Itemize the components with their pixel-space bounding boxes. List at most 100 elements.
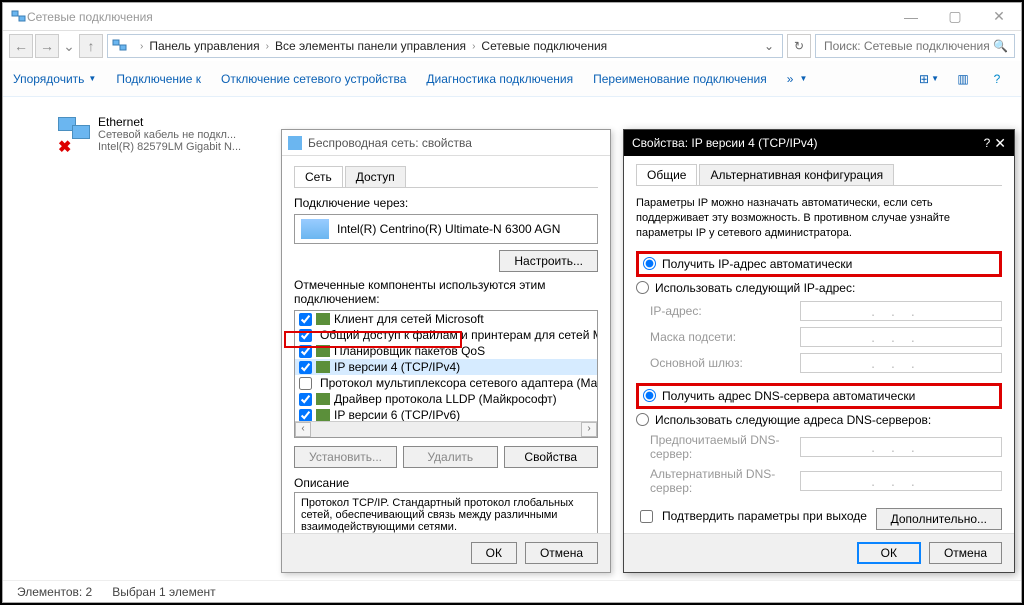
component-checkbox[interactable] <box>299 393 312 406</box>
components-label: Отмеченные компоненты используются этим … <box>294 278 598 306</box>
gateway-field: ... <box>800 353 1002 373</box>
component-item: Общий доступ к файлам и принтерам для се… <box>295 327 597 343</box>
uninstall-button[interactable]: Удалить <box>403 446 498 468</box>
adapter-field: Intel(R) Centrino(R) Ultimate-N 6300 AGN <box>294 214 598 244</box>
adapter-properties-dialog: Беспроводная сеть: свойства Сеть Доступ … <box>281 129 611 573</box>
window-title: Сетевые подключения <box>27 10 889 24</box>
forward-button[interactable]: → <box>35 34 59 58</box>
adapter-name: Intel(R) Centrino(R) Ultimate-N 6300 AGN <box>337 222 560 236</box>
breadcrumb-3[interactable]: Сетевые подключения <box>481 39 607 53</box>
diagnose-button[interactable]: Диагностика подключения <box>426 72 573 86</box>
mask-label: Маска подсети: <box>650 330 800 344</box>
radio-ip-auto[interactable] <box>643 257 656 270</box>
validate-checkbox[interactable] <box>640 510 653 523</box>
gateway-label: Основной шлюз: <box>650 356 800 370</box>
cancel-button[interactable]: Отмена <box>525 542 598 564</box>
network-icon <box>11 9 27 25</box>
dns1-label: Предпочитаемый DNS-сервер: <box>650 433 800 461</box>
up-button[interactable]: ↑ <box>79 34 103 58</box>
toolbar: Упорядочить▼ Подключение к Отключение се… <box>3 61 1021 97</box>
ip-label: IP-адрес: <box>650 304 800 318</box>
connection-status: Сетевой кабель не подкл... <box>98 129 258 141</box>
address-dropdown-icon[interactable]: ⌄ <box>760 39 778 53</box>
ip-field: ... <box>800 301 1002 321</box>
help-icon[interactable]: ? <box>983 68 1011 90</box>
status-bar: Элементов: 2 Выбран 1 элемент <box>3 580 1021 602</box>
dns1-field: ... <box>800 437 1002 457</box>
history-dropdown[interactable]: ⌄ <box>61 34 77 58</box>
component-item: Протокол мультиплексора сетевого адаптер… <box>295 375 597 391</box>
selected-label: Выбран 1 элемент <box>112 585 215 599</box>
connection-item-ethernet[interactable]: ✖ Ethernet Сетевой кабель не подкл... In… <box>58 115 258 157</box>
radio-ip-manual[interactable] <box>636 281 649 294</box>
install-button[interactable]: Установить... <box>294 446 397 468</box>
component-checkbox[interactable] <box>299 345 312 358</box>
connect-via-label: Подключение через: <box>294 196 598 210</box>
advanced-button[interactable]: Дополнительно... <box>876 508 1002 530</box>
connection-name: Ethernet <box>98 115 258 129</box>
rename-button[interactable]: Переименование подключения <box>593 72 767 86</box>
connect-to-button[interactable]: Подключение к <box>116 72 201 86</box>
search-icon: 🔍 <box>993 39 1008 53</box>
elements-label: Элементов: <box>17 585 82 599</box>
component-checkbox[interactable] <box>299 329 312 342</box>
search-input[interactable] <box>822 38 993 54</box>
radio-dns-manual[interactable] <box>636 413 649 426</box>
highlight-dns-auto: Получить адрес DNS-сервера автоматически <box>636 383 1002 409</box>
component-item: Клиент для сетей Microsoft <box>295 311 597 327</box>
properties-button[interactable]: Свойства <box>504 446 599 468</box>
tab-alternate[interactable]: Альтернативная конфигурация <box>699 164 894 185</box>
component-checkbox[interactable] <box>299 409 312 422</box>
dialog-title: Беспроводная сеть: свойства <box>308 136 472 150</box>
ip-blurb: Параметры IP можно назначать автоматичес… <box>636 196 1002 241</box>
radio-dns-auto[interactable] <box>643 389 656 402</box>
close-button[interactable]: ✕ <box>977 3 1021 31</box>
ipv4-properties-dialog: Свойства: IP версии 4 (TCP/IPv4) ? ✕ Общ… <box>623 129 1015 573</box>
component-item: Планировщик пакетов QoS <box>295 343 597 359</box>
components-hscroll[interactable]: ‹› <box>295 421 597 437</box>
view-layout-icon[interactable]: ⊞▼ <box>915 68 943 90</box>
highlight-ip-auto: Получить IP-адрес автоматически <box>636 251 1002 277</box>
cancel-button[interactable]: Отмена <box>929 542 1002 564</box>
tab-access[interactable]: Доступ <box>345 166 406 187</box>
description-label: Описание <box>294 476 598 490</box>
breadcrumb-1[interactable]: Панель управления <box>149 39 259 53</box>
view-details-icon[interactable]: ▥ <box>949 68 977 90</box>
connection-device: Intel(R) 82579LM Gigabit N... <box>98 141 258 153</box>
ipv4-dialog-titlebar: Свойства: IP версии 4 (TCP/IPv4) ? ✕ <box>624 130 1014 156</box>
maximize-button[interactable]: ▢ <box>933 3 977 31</box>
tab-network[interactable]: Сеть <box>294 166 343 187</box>
dns2-field: ... <box>800 471 1002 491</box>
search-box[interactable]: 🔍 <box>815 34 1015 58</box>
configure-button[interactable]: Настроить... <box>499 250 598 272</box>
minimize-button[interactable]: — <box>889 3 933 31</box>
breadcrumb-2[interactable]: Все элементы панели управления <box>275 39 466 53</box>
adapter-icon <box>301 219 329 239</box>
dialog-titlebar: Беспроводная сеть: свойства <box>282 130 610 156</box>
mask-field: ... <box>800 327 1002 347</box>
component-item-ipv4: IP версии 4 (TCP/IPv4) <box>295 359 597 375</box>
close-icon[interactable]: ✕ <box>994 135 1006 152</box>
component-checkbox[interactable] <box>299 361 312 374</box>
disconnected-x-icon: ✖ <box>58 137 71 157</box>
help-icon[interactable]: ? <box>984 136 991 150</box>
tab-general[interactable]: Общие <box>636 164 697 185</box>
more-menu[interactable]: »▼ <box>787 72 808 86</box>
elements-count: 2 <box>86 585 93 599</box>
network-icon <box>112 38 128 54</box>
refresh-button[interactable]: ↻ <box>787 34 811 58</box>
component-checkbox[interactable] <box>299 313 312 326</box>
component-item: Драйвер протокола LLDP (Майкрософт) <box>295 391 597 407</box>
ok-button[interactable]: ОК <box>471 542 517 564</box>
ok-button[interactable]: ОК <box>857 542 921 564</box>
address-bar: ← → ⌄ ↑ › Панель управления › Все элемен… <box>3 31 1021 61</box>
ethernet-icon: ✖ <box>58 115 90 157</box>
breadcrumb-bar[interactable]: › Панель управления › Все элементы панел… <box>107 34 783 58</box>
ipv4-dialog-title: Свойства: IP версии 4 (TCP/IPv4) <box>632 136 984 150</box>
disable-device-button[interactable]: Отключение сетевого устройства <box>221 72 406 86</box>
organize-menu[interactable]: Упорядочить▼ <box>13 72 96 86</box>
wireless-icon <box>288 136 302 150</box>
back-button[interactable]: ← <box>9 34 33 58</box>
component-checkbox[interactable] <box>299 377 312 390</box>
components-list[interactable]: Клиент для сетей Microsoft Общий доступ … <box>294 310 598 438</box>
